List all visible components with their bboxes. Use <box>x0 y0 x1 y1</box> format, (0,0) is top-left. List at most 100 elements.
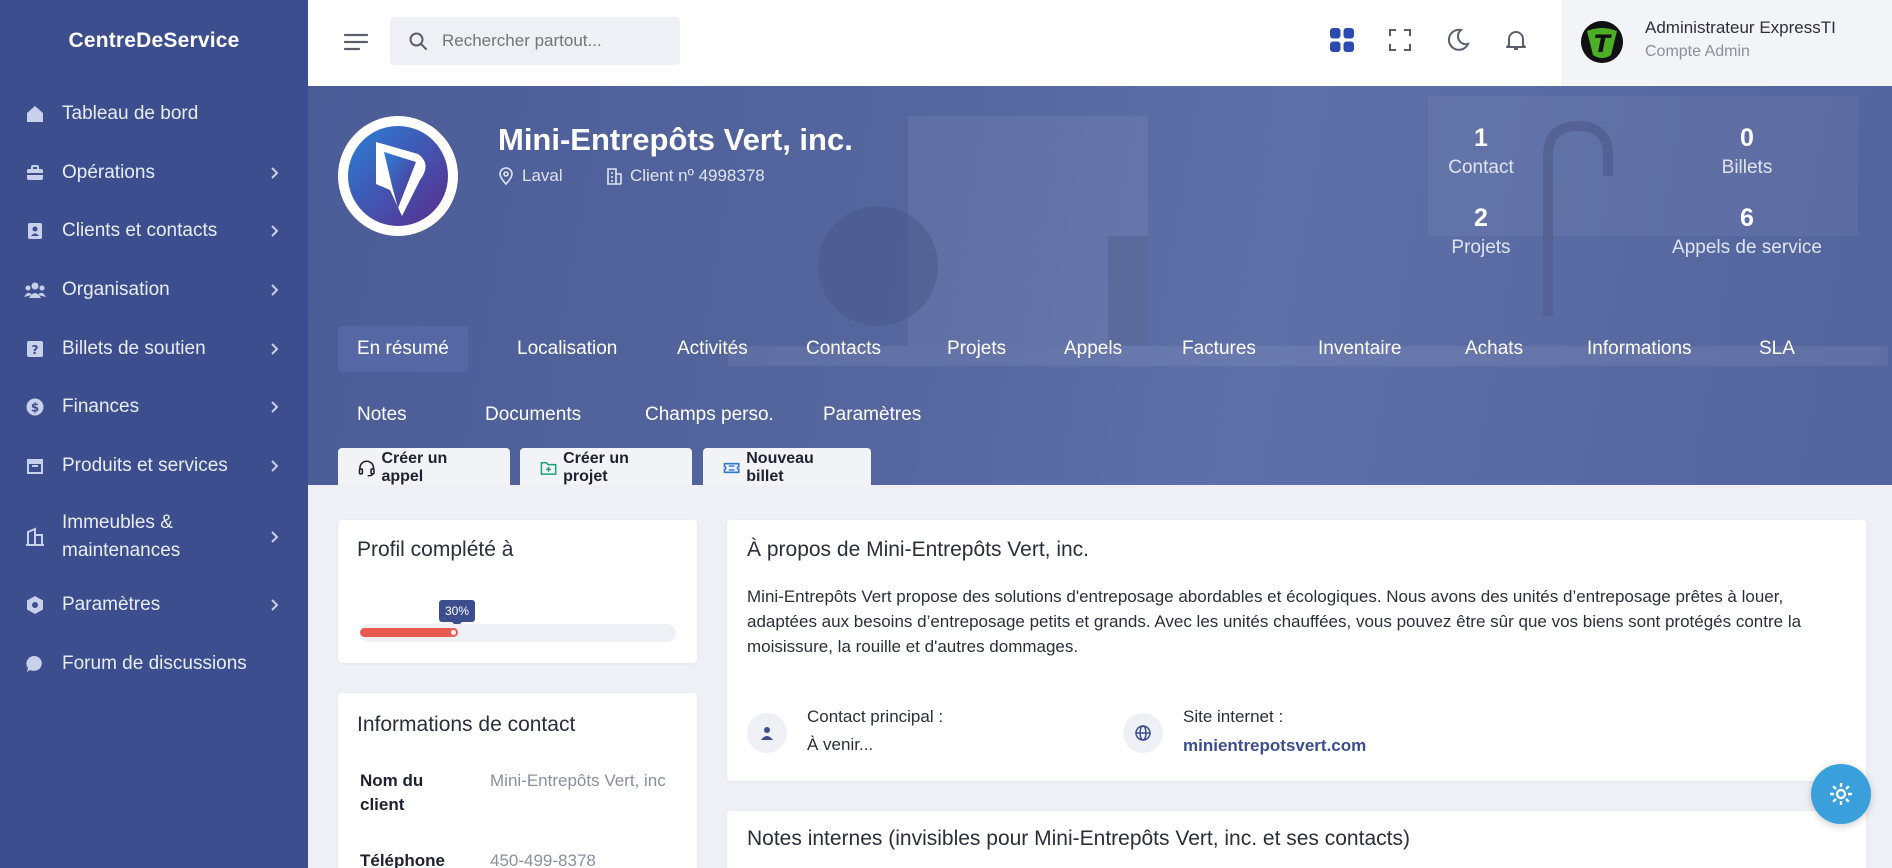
user-icon <box>747 713 787 753</box>
tab-purchases[interactable]: Achats <box>1446 326 1542 372</box>
stat-label: Billets <box>1721 157 1773 178</box>
tab-summary[interactable]: En résumé <box>338 326 468 372</box>
sidebar-item-products[interactable]: Produits et services <box>0 448 308 484</box>
menu-toggle-icon[interactable] <box>342 28 370 56</box>
internal-notes-card: Notes internes (invisibles pour Mini-Ent… <box>727 811 1866 868</box>
user-name: Administrateur ExpressTI <box>1645 18 1836 37</box>
app-root: CentreDeService Tableau de bord Opératio… <box>0 0 1892 868</box>
help-ticket-icon: ? <box>24 338 46 360</box>
tab-inventory[interactable]: Inventaire <box>1299 326 1420 372</box>
headset-icon <box>358 460 375 477</box>
tab-documents[interactable]: Documents <box>466 392 600 438</box>
settings-hexagon-icon <box>24 594 46 616</box>
progress-handle <box>449 628 458 637</box>
sidebar-item-label: Billets de soutien <box>62 338 206 359</box>
progress-track <box>360 624 676 642</box>
chevron-right-icon <box>271 167 279 179</box>
about-title: À propos de Mini-Entrepôts Vert, inc. <box>747 538 1089 561</box>
sidebar-item-finances[interactable]: $ Finances <box>0 389 308 425</box>
user-role: Compte Admin <box>1645 43 1750 60</box>
profile-completion-card: Profil complété à 30% <box>338 520 697 663</box>
phone-value[interactable]: 450-499-8378 <box>490 851 596 868</box>
profile-completion-title: Profil complété à <box>357 538 514 561</box>
sidebar-item-tickets[interactable]: ? Billets de soutien <box>0 331 308 367</box>
stat-label: Contact <box>1448 157 1514 178</box>
chevron-right-icon <box>271 460 279 472</box>
about-card: À propos de Mini-Entrepôts Vert, inc. Mi… <box>727 520 1866 781</box>
svg-text:$: $ <box>31 401 39 415</box>
client-name-value: Mini-Entrepôts Vert, inc <box>490 771 666 790</box>
tab-settings[interactable]: Paramètres <box>804 392 940 438</box>
stat-contacts[interactable]: 1 Contact <box>1381 124 1581 179</box>
home-icon <box>24 103 46 125</box>
main-contact-label: Contact principal : <box>807 707 944 726</box>
stat-service-calls[interactable]: 6 Appels de service <box>1647 204 1847 259</box>
client-name: Mini-Entrepôts Vert, inc. <box>498 122 853 157</box>
tab-sla[interactable]: SLA <box>1740 326 1814 372</box>
sidebar-item-label: Immeubles & maintenances <box>62 512 181 561</box>
avatar-letter: T <box>1594 30 1612 58</box>
internal-notes-title: Notes internes (invisibles pour Mini-Ent… <box>747 827 1410 850</box>
dark-mode-moon-icon[interactable] <box>1443 25 1473 55</box>
brand-logo[interactable]: CentreDeService <box>0 0 308 82</box>
tab-custom-fields[interactable]: Champs perso. <box>626 392 793 438</box>
new-ticket-button[interactable]: Nouveau billet <box>703 448 871 485</box>
client-city: Laval <box>522 166 563 185</box>
building-icon <box>24 526 46 548</box>
client-number: Client nº 4998378 <box>630 166 765 185</box>
tab-location[interactable]: Localisation <box>498 326 636 372</box>
tab-activities[interactable]: Activités <box>658 326 767 372</box>
chevron-right-icon <box>271 401 279 413</box>
search-box[interactable] <box>390 17 680 65</box>
create-project-button[interactable]: Créer un projet <box>520 448 692 485</box>
sidebar-item-label: Opérations <box>62 162 155 183</box>
client-hero: Mini-Entrepôts Vert, inc. Laval Client n… <box>308 86 1892 485</box>
stat-label: Projets <box>1451 237 1511 258</box>
sidebar-item-forum[interactable]: Forum de discussions <box>0 646 308 682</box>
tab-calls[interactable]: Appels <box>1045 326 1141 372</box>
stat-value: 2 <box>1474 204 1488 232</box>
website-link[interactable]: minientrepotsvert.com <box>1183 736 1366 756</box>
new-ticket-label: Nouveau billet <box>746 450 814 485</box>
chevron-right-icon <box>271 599 279 611</box>
top-bar: T Administrateur ExpressTI Compte Admin <box>308 0 1892 86</box>
stat-projects[interactable]: 2 Projets <box>1381 204 1581 259</box>
contact-info-card: Informations de contact Nom du client Mi… <box>338 693 697 868</box>
about-description: Mini-Entrepôts Vert propose des solution… <box>747 587 1802 656</box>
sidebar-item-settings[interactable]: Paramètres <box>0 587 308 623</box>
chat-bubble-icon <box>24 653 46 675</box>
sidebar-item-buildings[interactable]: Immeubles & maintenances <box>0 508 308 566</box>
user-menu[interactable]: T Administrateur ExpressTI Compte Admin <box>1561 0 1892 86</box>
create-call-button[interactable]: Créer un appel <box>338 448 510 485</box>
settings-fab[interactable] <box>1811 764 1871 824</box>
search-input[interactable] <box>442 31 662 51</box>
sidebar-item-operations[interactable]: Opérations <box>0 155 308 191</box>
globe-icon <box>1123 713 1163 753</box>
tab-notes[interactable]: Notes <box>338 392 426 438</box>
progress-badge: 30% <box>439 600 476 627</box>
sidebar-item-clients[interactable]: Clients et contacts <box>0 213 308 249</box>
sidebar-item-label: Clients et contacts <box>62 220 218 241</box>
website-label: Site internet : <box>1183 707 1284 726</box>
sidebar-item-label: Tableau de bord <box>62 103 199 124</box>
create-call-label: Créer un appel <box>381 450 448 485</box>
building-icon <box>607 168 622 185</box>
svg-text:?: ? <box>32 343 39 357</box>
stat-value: 0 <box>1740 124 1754 152</box>
client-name-label: Nom du client <box>360 771 424 814</box>
stat-label: Appels de service <box>1672 237 1822 258</box>
tab-information[interactable]: Informations <box>1568 326 1711 372</box>
gear-icon <box>1830 783 1852 805</box>
tab-contacts[interactable]: Contacts <box>787 326 900 372</box>
chevron-right-icon <box>271 225 279 237</box>
fullscreen-icon[interactable] <box>1385 25 1415 55</box>
chevron-right-icon <box>271 284 279 296</box>
apps-grid-icon[interactable] <box>1327 25 1357 55</box>
notification-bell-icon[interactable] <box>1501 25 1531 55</box>
sidebar-item-organisation[interactable]: Organisation <box>0 272 308 308</box>
tab-invoices[interactable]: Factures <box>1163 326 1275 372</box>
stat-tickets[interactable]: 0 Billets <box>1647 124 1847 179</box>
box-icon <box>24 455 46 477</box>
tab-projects[interactable]: Projets <box>928 326 1025 372</box>
sidebar-item-dashboard[interactable]: Tableau de bord <box>0 96 308 132</box>
